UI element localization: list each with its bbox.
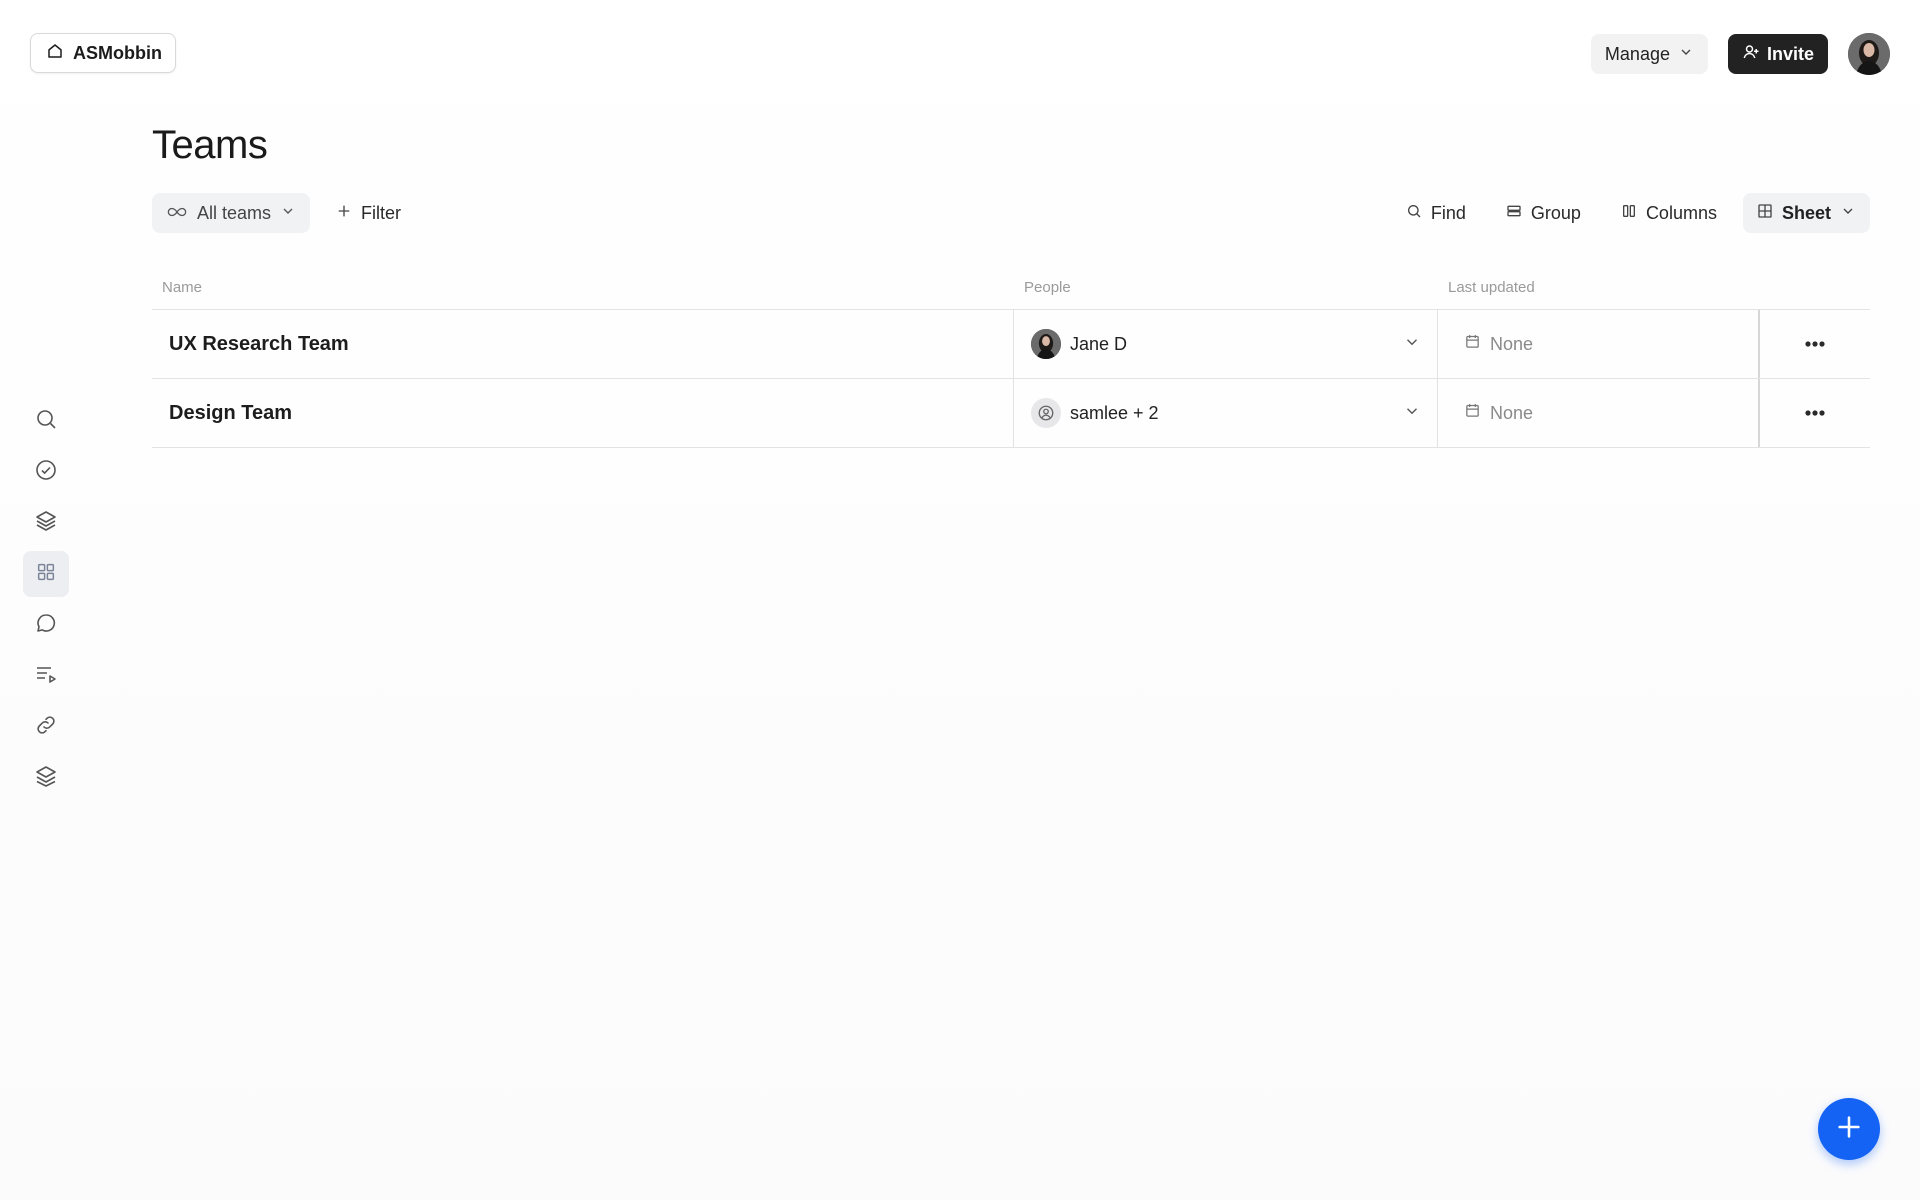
workspace-button[interactable]: ASMobbin [30, 33, 176, 73]
row-more-button[interactable] [1760, 310, 1870, 378]
chevron-down-icon[interactable] [1403, 402, 1421, 425]
column-header-name[interactable]: Name [152, 279, 1014, 296]
more-dots-icon [1804, 404, 1826, 422]
calendar-icon [1464, 333, 1481, 355]
column-header-last-updated[interactable]: Last updated [1438, 279, 1760, 296]
chevron-down-icon [1840, 203, 1856, 224]
check-circle-icon [34, 458, 58, 487]
find-button[interactable]: Find [1392, 193, 1480, 233]
all-teams-dropdown[interactable]: All teams [152, 193, 311, 233]
calendar-icon [1464, 402, 1481, 424]
chevron-down-icon [280, 203, 296, 224]
group-button[interactable]: Group [1492, 193, 1595, 233]
manage-label: Manage [1604, 43, 1670, 64]
user-circle-icon [1031, 398, 1061, 428]
people-value: samlee + 2 [1031, 398, 1159, 428]
columns-button[interactable]: Columns [1607, 193, 1731, 233]
table-row[interactable]: Design Team samlee + 2 None [152, 379, 1870, 448]
column-header-people[interactable]: People [1014, 279, 1438, 296]
toolbar-left: All teams Filter [152, 193, 415, 233]
playlist-icon [34, 662, 58, 691]
people-label: Jane D [1070, 333, 1128, 354]
row-more-button[interactable] [1760, 379, 1870, 447]
people-cell[interactable]: Jane D [1014, 310, 1438, 378]
group-icon [1506, 203, 1522, 224]
home-icon [46, 42, 64, 65]
table-header: Name People Last updated [152, 266, 1870, 310]
table-grid-icon [1757, 203, 1773, 224]
sheet-label: Sheet [1781, 202, 1831, 223]
chevron-down-icon[interactable] [1403, 333, 1421, 356]
sidebar-item-tasks[interactable] [23, 449, 69, 495]
plus-icon [1835, 1113, 1863, 1146]
people-label: samlee + 2 [1070, 402, 1159, 423]
chevron-down-icon [1678, 44, 1694, 65]
sidebar-item-stack[interactable] [23, 755, 69, 801]
columns-icon [1621, 203, 1637, 224]
sidebar [23, 398, 69, 801]
add-team-button[interactable] [1818, 1098, 1880, 1160]
chat-bubble-icon [34, 611, 58, 640]
infinity-icon [166, 203, 188, 224]
sidebar-item-links[interactable] [23, 704, 69, 750]
avatar [1031, 329, 1061, 359]
people-cell[interactable]: samlee + 2 [1014, 379, 1438, 447]
add-user-icon [1742, 43, 1760, 66]
sidebar-item-layers[interactable] [23, 500, 69, 546]
workspace-name: ASMobbin [73, 42, 162, 63]
invite-label: Invite [1766, 43, 1814, 64]
team-name[interactable]: UX Research Team [152, 310, 1014, 378]
sidebar-item-messages[interactable] [23, 602, 69, 648]
page-title: Teams [152, 123, 268, 167]
columns-label: Columns [1645, 202, 1717, 223]
people-value: Jane D [1031, 329, 1127, 359]
sidebar-item-teams[interactable] [23, 551, 69, 597]
header-actions: Manage Invite [1590, 33, 1890, 75]
link-icon [34, 713, 58, 742]
invite-button[interactable]: Invite [1727, 34, 1828, 74]
filter-button[interactable]: Filter [322, 193, 415, 233]
more-dots-icon [1804, 335, 1826, 353]
sidebar-item-playlist[interactable] [23, 653, 69, 699]
search-icon [34, 407, 58, 436]
teams-page: ASMobbin Manage Invite Teams All teams F… [0, 0, 1920, 1200]
find-label: Find [1430, 202, 1466, 223]
all-teams-label: All teams [197, 202, 272, 223]
last-updated-cell[interactable]: None [1438, 310, 1760, 378]
search-icon [1406, 203, 1422, 224]
toolbar-right: Find Group Columns Sheet [1392, 193, 1870, 233]
filter-label: Filter [361, 202, 402, 223]
plus-icon [336, 203, 352, 224]
user-avatar[interactable] [1848, 33, 1890, 75]
stack-icon [34, 764, 58, 793]
group-label: Group [1530, 202, 1581, 223]
table-row[interactable]: UX Research Team Jane D None [152, 310, 1870, 379]
last-updated-value: None [1490, 402, 1534, 423]
team-name[interactable]: Design Team [152, 379, 1014, 447]
manage-button[interactable]: Manage [1590, 34, 1708, 74]
last-updated-cell[interactable]: None [1438, 379, 1760, 447]
grid-icon [35, 561, 57, 588]
layers-icon [34, 509, 58, 538]
sidebar-item-search[interactable] [23, 398, 69, 444]
sheet-view-dropdown[interactable]: Sheet [1742, 193, 1870, 233]
last-updated-value: None [1490, 333, 1534, 354]
teams-table: Name People Last updated UX Research Tea… [152, 266, 1870, 448]
